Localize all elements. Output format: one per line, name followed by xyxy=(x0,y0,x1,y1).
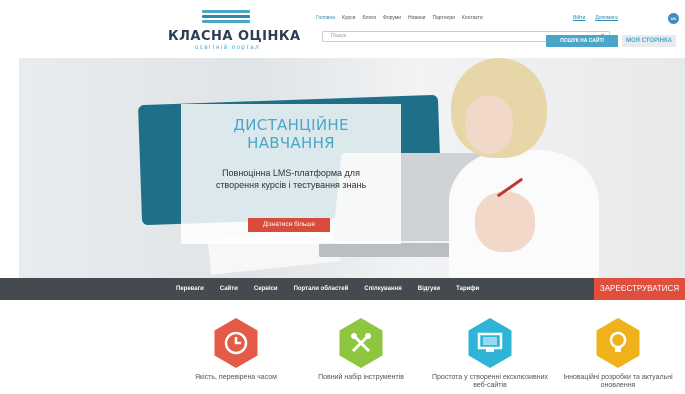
feature-simplicity: Простота у створенні ексклюзивних веб-са… xyxy=(430,318,550,390)
nav-item-home[interactable]: Головна xyxy=(316,15,335,21)
hero-woman-face-image xyxy=(465,96,513,154)
feature-label: Простота у створенні ексклюзивних веб-са… xyxy=(432,374,548,389)
main-nav: Головна Курси Блоги Форуми Новини Партне… xyxy=(316,15,483,21)
section-link-regional-portals[interactable]: Портали областей xyxy=(294,278,349,300)
section-link-advantages[interactable]: Переваги xyxy=(176,278,204,300)
feature-label: Якість, перевірена часом xyxy=(195,374,277,381)
hero-description: Повноцінна LMS-платформа для створення к… xyxy=(215,168,367,190)
section-nav-bar: Переваги Сайти Сервіси Портали областей … xyxy=(0,278,685,300)
nav-item-news[interactable]: Новини xyxy=(408,15,425,21)
monitor-icon xyxy=(468,318,512,368)
lightbulb-icon xyxy=(596,318,640,368)
section-link-services[interactable]: Сервіси xyxy=(254,278,278,300)
hero-woman-arm-image xyxy=(475,192,535,252)
learn-more-button[interactable]: Дізнатися більше xyxy=(248,218,330,232)
hero-title-line1: ДИСТАНЦІЙНЕ xyxy=(233,116,349,134)
nav-item-contacts[interactable]: Контакти xyxy=(462,15,483,21)
feature-innovation: Інноваційні розробки та актуальні оновле… xyxy=(558,318,678,390)
site-search-button[interactable]: ПОШУК НА САЙТІ xyxy=(546,35,618,47)
nav-item-forums[interactable]: Форуми xyxy=(383,15,401,21)
feature-quality: Якість, перевірена часом xyxy=(176,318,296,382)
auth-links: Війти Допомога xyxy=(573,15,618,21)
hero-title-line2: НАВЧАННЯ xyxy=(247,134,335,152)
site-header: КЛАСНА ОЦІНКА освітній портал Головна Ку… xyxy=(0,0,685,58)
section-link-communication[interactable]: Спілкування xyxy=(364,278,401,300)
hero-title: ДИСТАНЦІЙНЕ НАВЧАННЯ xyxy=(181,116,401,152)
nav-item-partners[interactable]: Партнери xyxy=(432,15,454,21)
section-link-pricing[interactable]: Тарифи xyxy=(456,278,479,300)
nav-item-courses[interactable]: Курси xyxy=(342,15,355,21)
logo-stripes-icon xyxy=(202,10,250,26)
help-link[interactable]: Допомога xyxy=(595,15,617,21)
clock-icon xyxy=(214,318,258,368)
site-logo[interactable]: КЛАСНА ОЦІНКА освітній портал xyxy=(168,10,300,52)
section-link-reviews[interactable]: Відгуки xyxy=(418,278,440,300)
tools-icon xyxy=(339,318,383,368)
section-links: Переваги Сайти Сервіси Портали областей … xyxy=(176,278,495,300)
language-switch[interactable]: UK xyxy=(668,13,679,24)
login-link[interactable]: Війти xyxy=(573,15,585,21)
feature-tools: Повний набір інструментів xyxy=(301,318,421,382)
section-link-sites[interactable]: Сайти xyxy=(220,278,238,300)
hero-text-box: ДИСТАНЦІЙНЕ НАВЧАННЯ Повноцінна LMS-плат… xyxy=(181,104,401,244)
nav-item-blogs[interactable]: Блоги xyxy=(362,15,376,21)
hero-banner: ДИСТАНЦІЙНЕ НАВЧАННЯ Повноцінна LMS-плат… xyxy=(19,58,685,279)
logo-title: КЛАСНА ОЦІНКА xyxy=(168,29,301,44)
my-page-button[interactable]: МОЯ СТОРІНКА xyxy=(622,35,676,47)
feature-label: Інноваційні розробки та актуальні оновле… xyxy=(563,374,673,389)
register-button[interactable]: ЗАРЕЄСТРУВАТИСЯ xyxy=(594,278,685,300)
feature-label: Повний набір інструментів xyxy=(318,374,404,381)
logo-subtitle: освітній портал xyxy=(195,45,261,51)
